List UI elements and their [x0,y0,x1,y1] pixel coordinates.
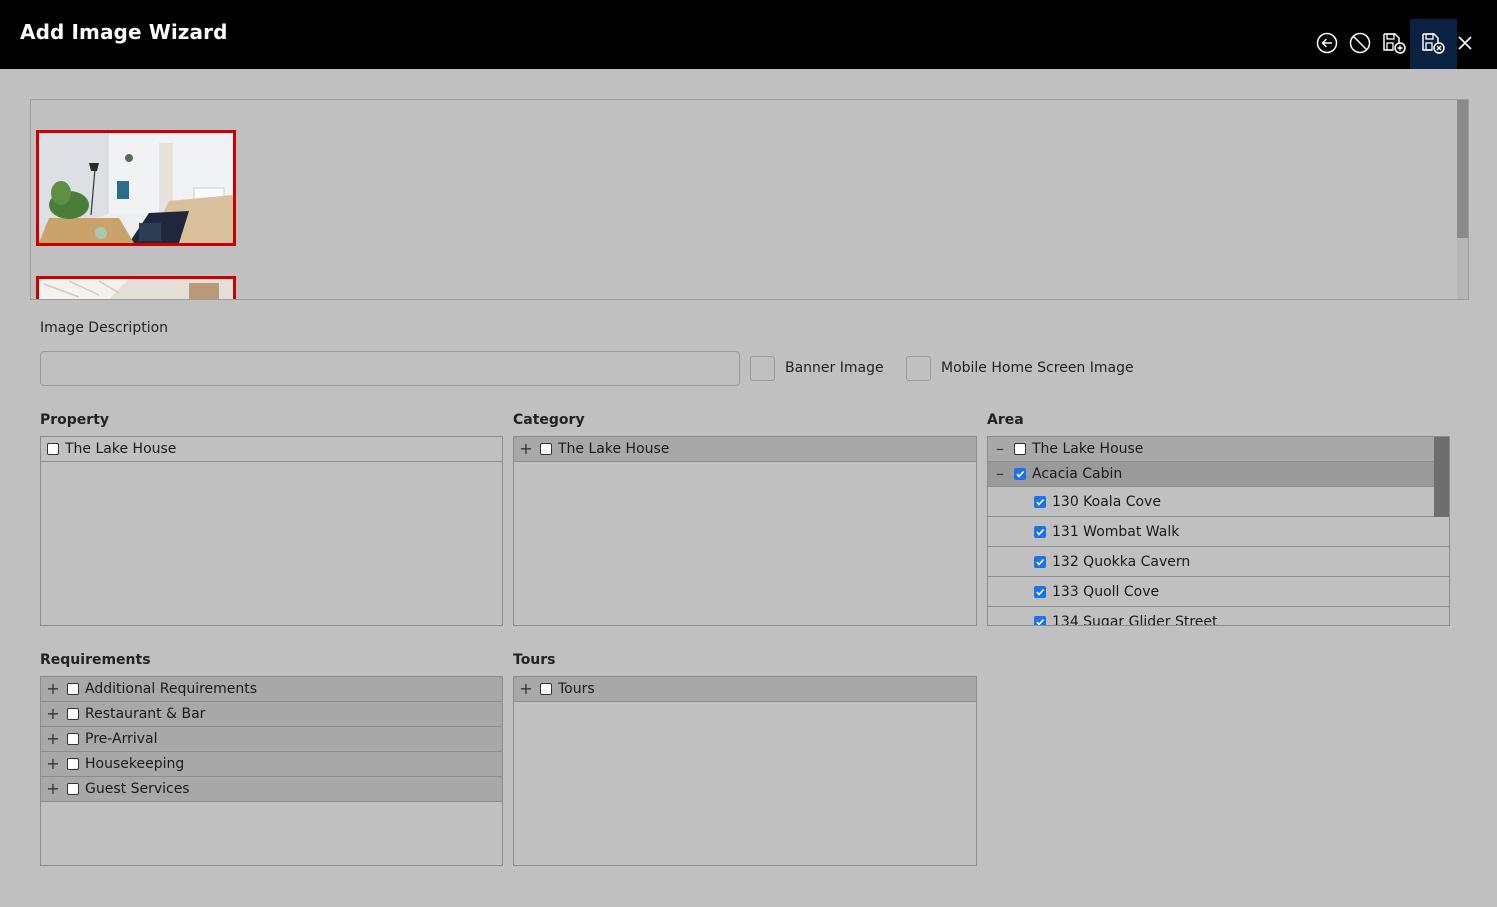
area-scrollbar-thumb[interactable] [1434,437,1449,517]
requirements-label: Guest Services [85,781,190,797]
mobile-home-screen-label: Mobile Home Screen Image [941,360,1134,376]
requirements-row[interactable]: + Restaurant & Bar [41,702,502,727]
mobile-home-screen-checkbox[interactable] [906,356,931,381]
save-add-icon[interactable] [1381,30,1407,56]
area-checkbox[interactable] [1034,495,1046,508]
tours-heading: Tours [513,652,556,668]
area-checkbox[interactable] [1034,615,1046,625]
area-label: 132 Quokka Cavern [1052,553,1191,570]
requirements-row[interactable]: + Housekeeping [41,752,502,777]
requirements-checkbox[interactable] [67,783,79,795]
area-checkbox[interactable] [1034,585,1046,598]
bedroom-photo[interactable] [36,130,236,246]
area-row-room[interactable]: 132 Quokka Cavern [988,547,1449,577]
cancel-icon[interactable] [1347,30,1373,56]
checkmark-icon [1016,470,1025,478]
collapse-minus-icon[interactable]: – [993,466,1007,482]
area-label: 130 Koala Cove [1052,493,1161,510]
expand-plus-icon[interactable]: + [46,731,60,747]
requirements-checkbox[interactable] [67,733,79,745]
collapse-minus-icon[interactable]: – [993,441,1007,457]
area-label: 134 Sugar Glider Street [1052,613,1218,626]
wizard-header: Add Image Wizard [0,0,1497,69]
expand-plus-icon[interactable]: + [519,681,533,697]
requirements-checkbox[interactable] [67,758,79,770]
gallery-scrollbar-thumb[interactable] [1457,100,1468,238]
tours-row[interactable]: + Tours [514,677,976,702]
back-icon[interactable] [1314,30,1340,56]
banner-image-checkbox[interactable] [750,356,775,381]
category-tree: + The Lake House [513,436,977,626]
area-checkbox[interactable] [1014,443,1026,455]
requirements-label: Restaurant & Bar [85,706,206,722]
requirements-label: Additional Requirements [85,681,258,697]
kitchen-photo[interactable] [36,276,236,299]
save-close-icon[interactable] [1420,30,1446,56]
image-description-label: Image Description [40,320,169,336]
area-row-room[interactable]: 131 Wombat Walk [988,517,1449,547]
wizard-title: Add Image Wizard [20,20,228,44]
area-checkbox[interactable] [1034,525,1046,538]
category-checkbox[interactable] [540,443,552,455]
area-row-room[interactable]: 130 Koala Cove [988,487,1449,517]
area-checkbox[interactable] [1034,555,1046,568]
expand-plus-icon[interactable]: + [46,756,60,772]
checkmark-icon [1036,528,1045,536]
requirements-checkbox[interactable] [67,708,79,720]
expand-plus-icon[interactable]: + [519,441,533,457]
category-label: The Lake House [558,441,670,457]
close-icon[interactable] [1452,30,1478,56]
category-row[interactable]: + The Lake House [514,437,976,462]
area-row-room[interactable]: 133 Quoll Cove [988,577,1449,607]
requirements-heading: Requirements [40,652,151,668]
checkmark-icon [1036,498,1045,506]
area-checkbox[interactable] [1014,468,1026,480]
requirements-row[interactable]: + Pre-Arrival [41,727,502,752]
expand-plus-icon[interactable]: + [46,681,60,697]
requirements-label: Housekeeping [85,756,185,772]
category-heading: Category [513,412,585,428]
image-gallery[interactable] [30,99,1469,300]
requirements-row[interactable]: + Additional Requirements [41,677,502,702]
tours-checkbox[interactable] [540,683,552,695]
property-tree: The Lake House [40,436,503,626]
property-heading: Property [40,412,110,428]
requirements-label: Pre-Arrival [85,731,158,747]
area-tree: – The Lake House – Acacia Cabin 130 Koal… [987,436,1450,626]
area-label: 131 Wombat Walk [1052,523,1180,540]
area-label: 133 Quoll Cove [1052,583,1160,600]
checkmark-icon [1036,588,1045,596]
requirements-checkbox[interactable] [67,683,79,695]
area-label: Acacia Cabin [1032,466,1123,482]
banner-image-label: Banner Image [785,360,884,376]
tours-tree: + Tours [513,676,977,866]
checkmark-icon [1036,618,1045,625]
property-checkbox[interactable] [47,443,59,455]
expand-plus-icon[interactable]: + [46,781,60,797]
requirements-tree: + Additional Requirements + Restaurant &… [40,676,503,866]
area-row-room[interactable]: 134 Sugar Glider Street [988,607,1449,626]
checkmark-icon [1036,558,1045,566]
property-row[interactable]: The Lake House [41,437,502,462]
area-row-category[interactable]: – Acacia Cabin [988,462,1449,487]
requirements-row[interactable]: + Guest Services [41,777,502,802]
expand-plus-icon[interactable]: + [46,706,60,722]
tours-label: Tours [558,681,595,697]
area-row-property[interactable]: – The Lake House [988,437,1449,462]
area-label: The Lake House [1032,441,1144,457]
area-heading: Area [987,412,1024,428]
image-description-input[interactable] [40,351,740,386]
property-label: The Lake House [65,441,177,457]
